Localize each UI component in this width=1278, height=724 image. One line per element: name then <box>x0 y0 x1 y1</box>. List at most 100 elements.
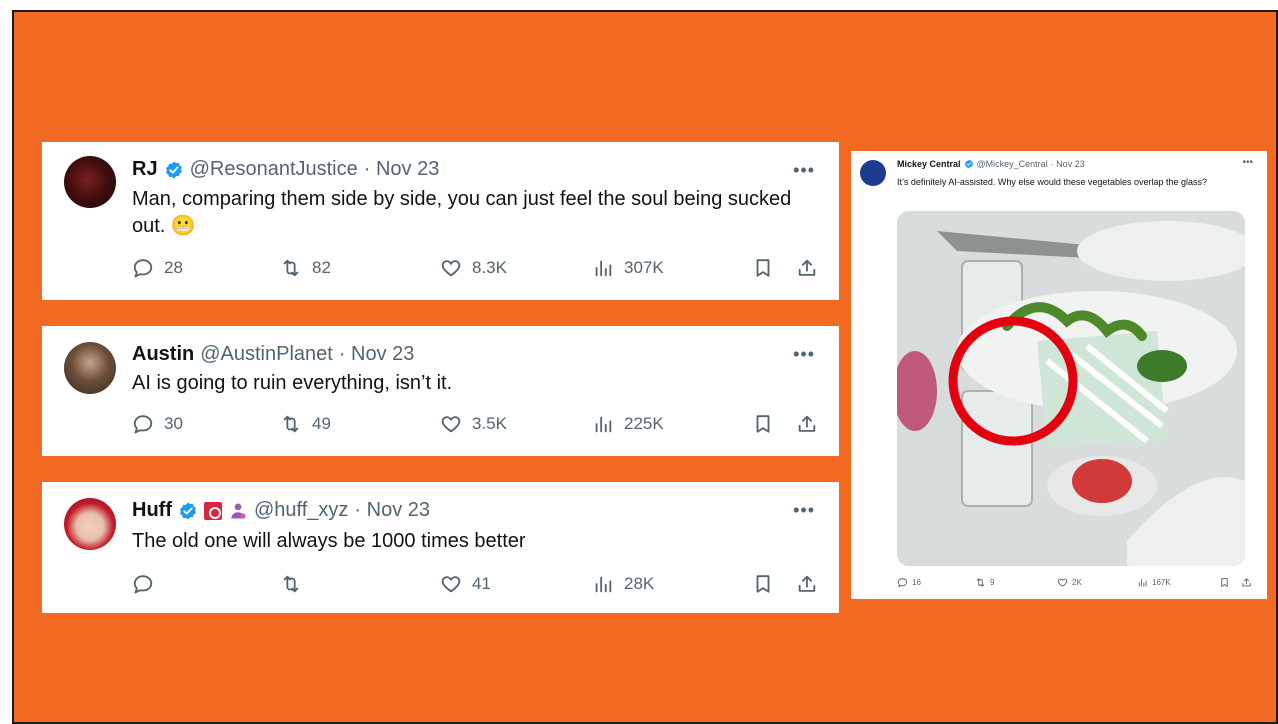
handle[interactable]: @ResonantJustice <box>190 158 358 181</box>
retweet-button[interactable]: 9 <box>975 577 994 588</box>
tweet-header: Austin @AustinPlanet · Nov 23 <box>132 343 414 366</box>
reply-icon <box>132 573 154 595</box>
share-icon <box>796 573 818 595</box>
timestamp[interactable]: · Nov 23 <box>339 343 415 366</box>
views-icon <box>1137 577 1148 588</box>
views-button[interactable]: 307K <box>592 257 664 279</box>
avatar[interactable] <box>64 156 116 208</box>
tweet-card[interactable]: Mickey Central @Mickey_Central · Nov 23 … <box>851 151 1267 599</box>
bookmark-button[interactable] <box>752 413 774 435</box>
like-button[interactable]: 3.5K <box>440 413 507 435</box>
handle[interactable]: @AustinPlanet <box>200 343 333 366</box>
reply-button[interactable]: 28 <box>132 257 183 279</box>
action-bar: 16 9 2K 167K <box>897 577 1255 589</box>
retweet-button[interactable]: 49 <box>280 413 331 435</box>
handle[interactable]: @Mickey_Central <box>977 159 1048 169</box>
retweet-count: 9 <box>990 578 995 587</box>
reply-button[interactable] <box>132 573 164 595</box>
reply-icon <box>132 413 154 435</box>
verified-badge-icon <box>178 501 198 521</box>
share-icon <box>1241 577 1252 588</box>
tweet-text: It’s definitely AI-assisted. Why else wo… <box>897 177 1208 187</box>
share-icon <box>796 413 818 435</box>
tweet-card[interactable]: Austin @AustinPlanet · Nov 23 ••• AI is … <box>42 326 839 456</box>
bookmark-button[interactable] <box>1219 577 1230 588</box>
people-icon <box>231 503 246 518</box>
handle[interactable]: @huff_xyz <box>254 499 348 522</box>
display-name[interactable]: Austin <box>132 343 194 366</box>
views-button[interactable]: 28K <box>592 573 654 595</box>
tweet-card[interactable]: Huff @huff_xyz · Nov 23 ••• The old one … <box>42 482 839 613</box>
heart-icon <box>440 257 462 279</box>
bookmark-icon <box>752 413 774 435</box>
bookmark-icon <box>1219 577 1230 588</box>
bookmark-icon <box>752 257 774 279</box>
more-icon[interactable]: ••• <box>1242 157 1253 168</box>
like-count: 3.5K <box>472 414 507 433</box>
share-icon <box>796 257 818 279</box>
views-icon <box>592 413 614 435</box>
reply-button[interactable]: 16 <box>897 577 921 588</box>
more-icon[interactable]: ••• <box>793 344 815 365</box>
like-count: 2K <box>1072 578 1082 587</box>
share-button[interactable] <box>796 573 818 595</box>
timestamp[interactable]: · Nov 23 <box>364 158 440 181</box>
action-bar: 30 49 3.5K 225K <box>132 413 815 437</box>
avatar[interactable] <box>64 498 116 550</box>
heart-icon <box>440 573 462 595</box>
share-button[interactable] <box>796 257 818 279</box>
display-name[interactable]: Huff <box>132 499 172 522</box>
retweet-icon <box>280 413 302 435</box>
bookmark-icon <box>752 573 774 595</box>
tweet-header: RJ @ResonantJustice · Nov 23 <box>132 158 439 181</box>
tweet-header: Huff @huff_xyz · Nov 23 <box>132 499 430 522</box>
heart-icon <box>1057 577 1068 588</box>
retweet-count: 49 <box>312 414 331 433</box>
display-name[interactable]: Mickey Central <box>897 159 961 169</box>
share-button[interactable] <box>1241 577 1252 588</box>
avatar[interactable] <box>64 342 116 394</box>
views-icon <box>592 257 614 279</box>
views-button[interactable]: 167K <box>1137 577 1171 588</box>
action-bar: 28 82 8.3K 307K <box>132 257 815 281</box>
retweet-icon <box>975 577 986 588</box>
reply-count: 16 <box>912 578 921 587</box>
tweet-image[interactable] <box>897 211 1245 566</box>
annotation-circle <box>948 316 1078 446</box>
timestamp[interactable]: · Nov 23 <box>1051 159 1085 169</box>
tweet-text: Man, comparing them side by side, you ca… <box>132 188 792 237</box>
reply-count: 28 <box>164 258 183 277</box>
like-button[interactable]: 2K <box>1057 577 1082 588</box>
retweet-button[interactable]: 82 <box>280 257 331 279</box>
tweet-header: Mickey Central @Mickey_Central · Nov 23 <box>897 159 1085 169</box>
views-button[interactable]: 225K <box>592 413 664 435</box>
more-icon[interactable]: ••• <box>793 160 815 181</box>
retweet-count: 82 <box>312 258 331 277</box>
retweet-button[interactable] <box>280 573 312 595</box>
like-button[interactable]: 8.3K <box>440 257 507 279</box>
like-count: 8.3K <box>472 258 507 277</box>
heart-icon <box>440 413 462 435</box>
reply-button[interactable]: 30 <box>132 413 183 435</box>
like-button[interactable]: 41 <box>440 573 491 595</box>
tweet-card[interactable]: RJ @ResonantJustice · Nov 23 ••• Man, co… <box>42 142 839 300</box>
bookmark-button[interactable] <box>752 573 774 595</box>
affiliate-badge-icon <box>203 501 222 520</box>
share-button[interactable] <box>796 413 818 435</box>
more-icon[interactable]: ••• <box>793 500 815 521</box>
view-count: 307K <box>624 258 664 277</box>
reply-count: 30 <box>164 414 183 433</box>
views-icon <box>592 573 614 595</box>
verified-badge-icon <box>964 159 974 169</box>
reply-icon <box>132 257 154 279</box>
display-name[interactable]: RJ <box>132 158 158 181</box>
timestamp[interactable]: · Nov 23 <box>354 499 430 522</box>
reply-icon <box>897 577 908 588</box>
view-count: 225K <box>624 414 664 433</box>
tweet-text: AI is going to ruin everything, isn’t it… <box>132 372 453 394</box>
bookmark-button[interactable] <box>752 257 774 279</box>
avatar[interactable] <box>860 160 886 186</box>
view-count: 167K <box>1152 578 1171 587</box>
retweet-icon <box>280 257 302 279</box>
verified-badge-icon <box>164 160 184 180</box>
